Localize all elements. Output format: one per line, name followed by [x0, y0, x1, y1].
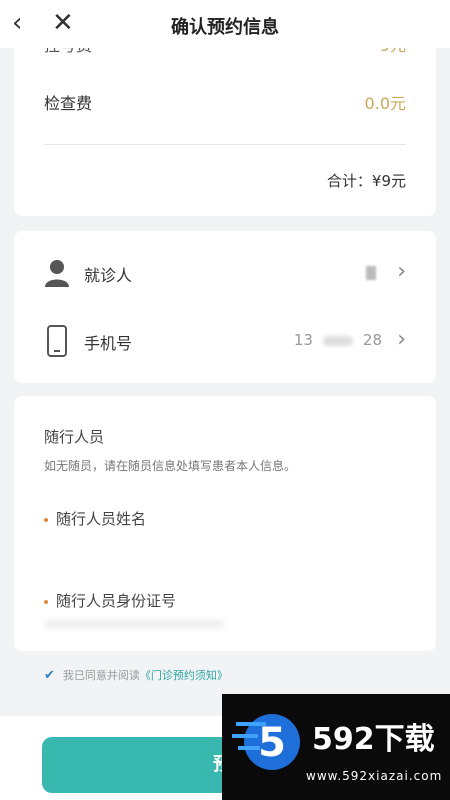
divider: [44, 144, 406, 145]
check-fee-label: 检查费: [44, 94, 93, 113]
agreement-text: 我已同意并阅读: [62, 669, 140, 682]
patient-name-masked: [366, 263, 382, 281]
user-icon: [45, 260, 69, 287]
watermark-logo: 5: [232, 714, 300, 770]
required-dot: [44, 517, 48, 522]
page-title: 确认预约信息: [171, 17, 279, 38]
fee-total: 合计：¥9元: [326, 172, 406, 190]
watermark-url: www.592xiazai.com: [306, 769, 443, 783]
required-dot: [44, 599, 48, 604]
check-fee-amount: 0.0元: [364, 94, 406, 113]
phone-label: 手机号: [84, 334, 133, 353]
phone-icon: [47, 325, 67, 357]
patient-card: 就诊人 › 手机号 13 28 ›: [14, 231, 436, 383]
watermark-brand: 592下载: [312, 722, 435, 757]
agreement-link[interactable]: 《门诊预约须知》: [140, 669, 228, 682]
phone-row[interactable]: 手机号 13 28 ›: [44, 321, 406, 361]
companion-id-field[interactable]: 随行人员身份证号: [44, 590, 176, 611]
check-fee-row: 检查费 0.0元: [44, 90, 406, 114]
watermark: 5 592下载 www.592xiazai.com: [222, 694, 450, 800]
companion-name-label: 随行人员姓名: [56, 510, 147, 528]
companion-card: 随行人员 如无随员，请在随员信息处填写患者本人信息。 随行人员姓名 随行人员身份…: [14, 396, 436, 651]
companion-title: 随行人员: [44, 428, 105, 446]
phone-prefix: 13: [293, 331, 313, 349]
agreement-row[interactable]: ✔ 我已同意并阅读《门诊预约须知》: [44, 667, 228, 683]
top-navigation-bar: ‹ ✕ 确认预约信息: [0, 0, 450, 48]
patient-label: 就诊人: [84, 266, 133, 285]
companion-id-label: 随行人员身份证号: [56, 592, 177, 610]
chevron-right-icon: ›: [397, 259, 406, 284]
patient-row[interactable]: 就诊人 ›: [44, 253, 406, 293]
fee-card: 挂号费 9元 检查费 0.0元 合计：¥9元: [14, 30, 436, 216]
check-icon[interactable]: ✔: [44, 668, 55, 683]
phone-number: 13 28: [294, 331, 382, 349]
chevron-right-icon: ›: [397, 327, 406, 352]
phone-suffix: 28: [362, 331, 382, 349]
companion-name-field[interactable]: 随行人员姓名: [44, 508, 146, 529]
companion-hint: 如无随员，请在随员信息处填写患者本人信息。: [44, 459, 297, 473]
svg-text:5: 5: [258, 720, 286, 766]
input-underline: [44, 620, 224, 628]
